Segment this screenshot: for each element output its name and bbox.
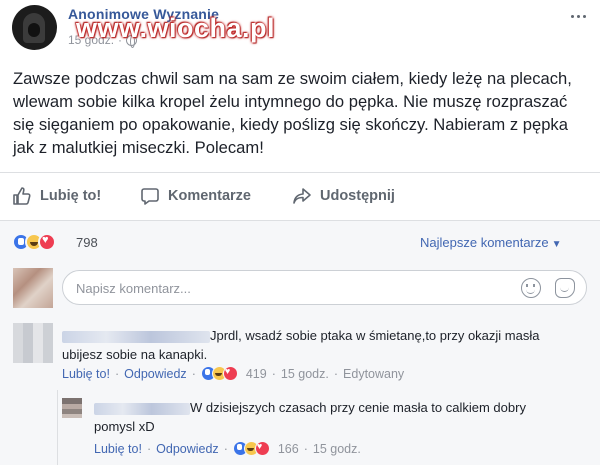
- separator: ·: [223, 441, 228, 456]
- comment-reply-link[interactable]: Odpowiedz: [124, 367, 187, 381]
- page-avatar[interactable]: [12, 5, 57, 50]
- action-bar: Lubię to! Komentarze Udostępnij: [12, 178, 588, 214]
- comment-label: Komentarze: [168, 188, 251, 204]
- comment-button[interactable]: Komentarze: [140, 178, 292, 214]
- comment-like-link[interactable]: Lubię to!: [94, 442, 142, 456]
- comment-time[interactable]: 15 godz.: [281, 367, 329, 381]
- replier-name-redacted[interactable]: [94, 402, 190, 415]
- reply-thread-line: [57, 390, 58, 465]
- share-arrow-icon: [293, 188, 311, 204]
- divider: [0, 172, 600, 173]
- sticker-icon[interactable]: [555, 278, 575, 298]
- replier-avatar[interactable]: [62, 398, 82, 418]
- reactions-summary: 798 Najlepsze komentarze▼: [0, 220, 600, 264]
- comment-edited[interactable]: Edytowany: [343, 367, 404, 381]
- comment-1: Jprdl, wsadź sobie ptaka w śmietanę,to p…: [62, 326, 582, 364]
- comment-like-link[interactable]: Lubię to!: [62, 367, 110, 381]
- separator: ·: [333, 366, 339, 381]
- love-reaction-icon: [38, 233, 56, 251]
- separator: ·: [303, 441, 308, 456]
- watermark: www.wiocha.pl: [76, 13, 276, 43]
- reaction-icons[interactable]: [12, 233, 56, 251]
- comment-bubble-icon: [141, 188, 159, 205]
- sort-label: Najlepsze komentarze: [420, 235, 549, 250]
- separator: ·: [146, 441, 152, 456]
- comment-time[interactable]: 15 godz.: [313, 442, 361, 456]
- comment-reply-link[interactable]: Odpowiedz: [156, 442, 219, 456]
- commenter-avatar[interactable]: [13, 323, 53, 363]
- share-label: Udostępnij: [320, 188, 395, 204]
- more-options-icon[interactable]: [566, 8, 590, 24]
- emoji-icon[interactable]: [521, 278, 541, 298]
- reaction-count[interactable]: 798: [76, 235, 98, 250]
- like-label: Lubię to!: [40, 188, 102, 204]
- comment-reaction-count[interactable]: 166: [278, 442, 299, 456]
- post-header: Anonimowe Wyznanie 15 godz. · www.wiocha…: [0, 0, 600, 56]
- like-button[interactable]: Lubię to!: [12, 178, 140, 214]
- love-reaction-icon: [254, 441, 270, 456]
- commenter-name-redacted[interactable]: [62, 330, 210, 343]
- separator: ·: [271, 366, 276, 381]
- separator: ·: [114, 366, 120, 381]
- caret-down-icon: ▼: [551, 239, 562, 250]
- comment-sort-dropdown[interactable]: Najlepsze komentarze ▼: [420, 235, 562, 250]
- comment-2: W dzisiejszych czasach przy cenie masła …: [94, 398, 564, 436]
- comment-2-actions: Lubię to! · Odpowiedz · 166 · 15 godz.: [94, 441, 361, 456]
- love-reaction-icon: [222, 366, 238, 381]
- separator: ·: [191, 366, 196, 381]
- comment-input-placeholder: Napisz komentarz...: [76, 281, 191, 296]
- comment-reactions[interactable]: [232, 441, 270, 456]
- comment-reactions[interactable]: [200, 366, 238, 381]
- post-text: Zawsze podczas chwil sam na sam ze swoim…: [13, 69, 572, 157]
- comment-1-actions: Lubię to! · Odpowiedz · 419 · 15 godz. ·…: [62, 366, 404, 381]
- thumbs-up-icon: [13, 187, 31, 205]
- viewer-avatar: [13, 268, 53, 308]
- comment-input[interactable]: Napisz komentarz...: [62, 270, 587, 305]
- comment-composer: Napisz komentarz...: [0, 264, 600, 312]
- share-button[interactable]: Udostępnij: [292, 178, 452, 214]
- comment-reaction-count[interactable]: 419: [246, 367, 267, 381]
